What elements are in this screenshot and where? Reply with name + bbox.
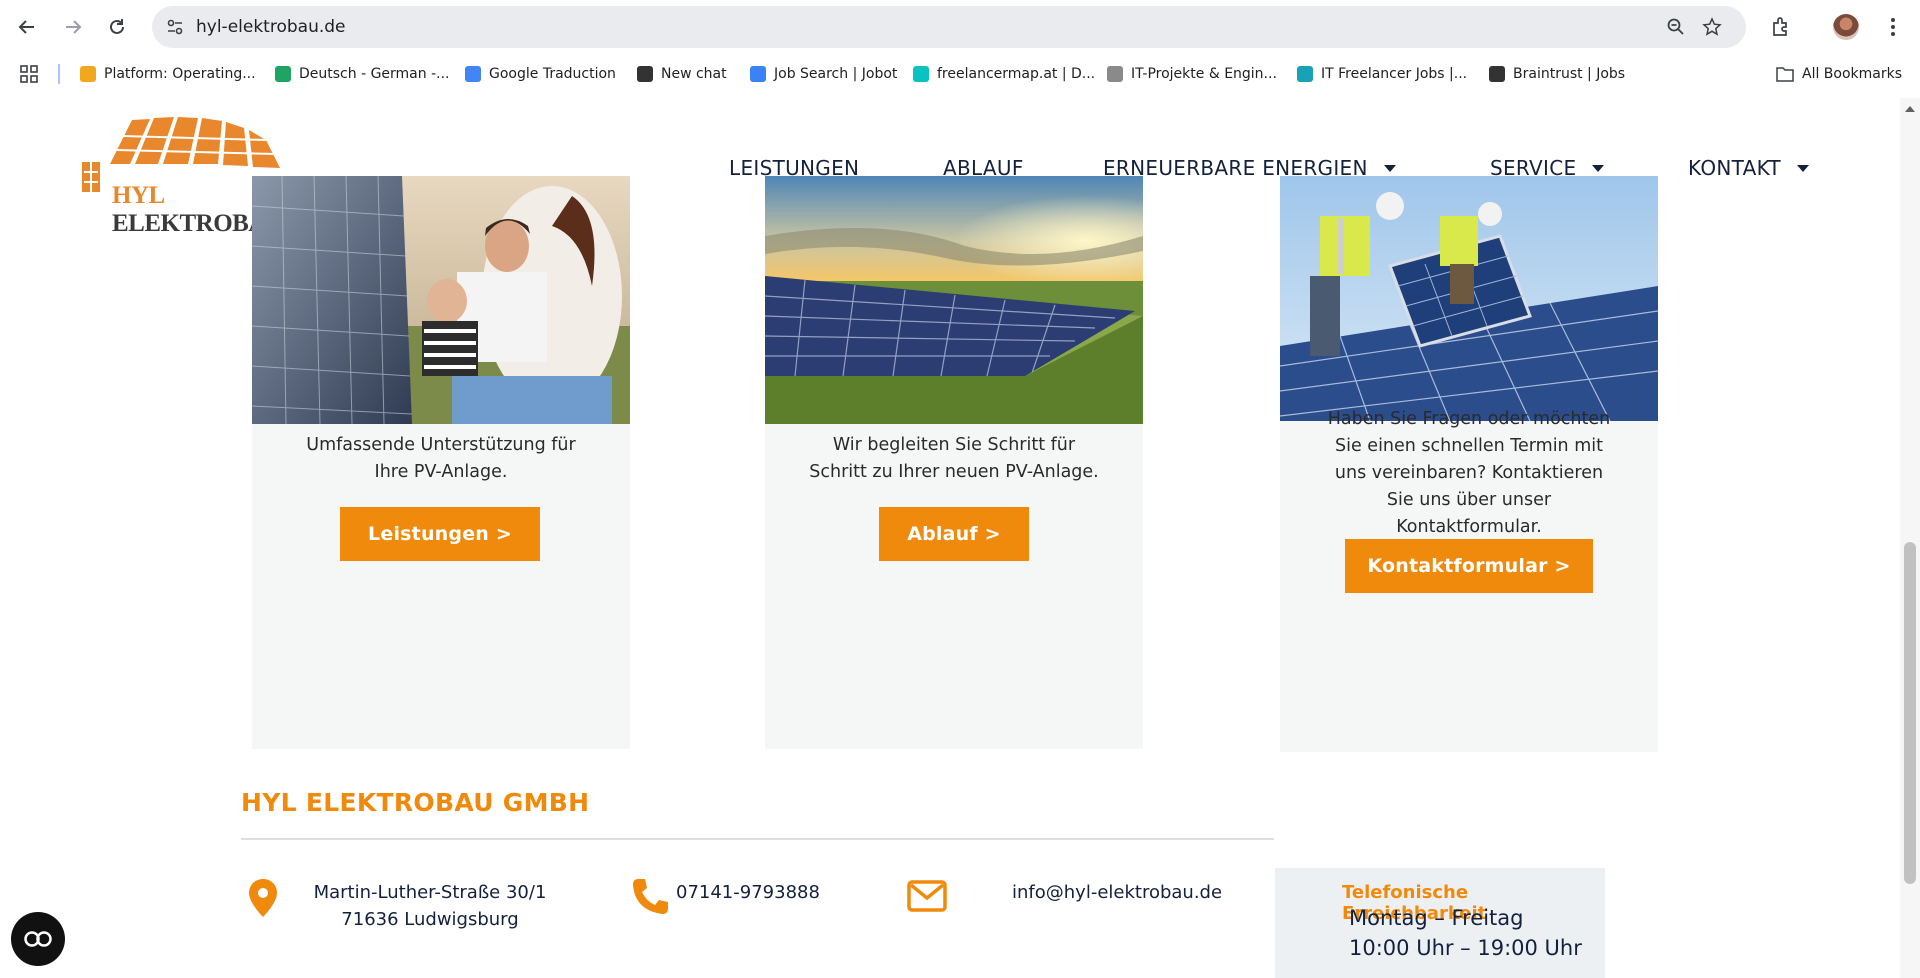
apps-grid-icon[interactable] <box>20 62 38 86</box>
cookie-consent-button[interactable] <box>11 912 65 966</box>
bookmark-separator <box>58 64 60 84</box>
phone-number[interactable]: 07141-9793888 <box>676 879 820 906</box>
zoom-icon[interactable] <box>1664 15 1688 39</box>
leistungen-button[interactable]: Leistungen > <box>340 507 540 561</box>
workers-installing-panels-image <box>1280 176 1658 421</box>
bookmark-label: IT Freelancer Jobs |... <box>1321 66 1468 82</box>
bookmark-item[interactable]: Job Search | Jobot <box>750 62 897 86</box>
site-settings-icon[interactable] <box>162 14 188 40</box>
ablauf-button[interactable]: Ablauf > <box>879 507 1029 561</box>
card-ablauf: Wir begleiten Sie Schritt für Schritt zu … <box>765 176 1143 749</box>
bookmark-item[interactable]: Google Traduction <box>465 62 616 86</box>
divider <box>241 838 1274 840</box>
star-icon[interactable] <box>1700 15 1724 39</box>
envelope-icon <box>907 880 947 917</box>
jobot-icon <box>750 66 766 82</box>
address: Martin-Luther-Straße 30/1 71636 Ludwigsbu… <box>313 882 547 930</box>
scroll-up-arrow-icon[interactable] <box>1905 106 1915 112</box>
card-description: Wir begleiten Sie Schritt für Schritt zu … <box>809 435 1099 482</box>
menu-kebab-icon[interactable] <box>1878 12 1908 42</box>
bookmark-label: Braintrust | Jobs <box>1513 66 1626 82</box>
extensions-icon[interactable] <box>1766 12 1796 42</box>
bookmark-label: Job Search | Jobot <box>774 66 898 82</box>
nav-kontakt[interactable]: KONTAKT <box>1688 148 1809 188</box>
web-page: HYL ELEKTROBAU ® LEISTUNGEN ABLAUF ERNEU… <box>0 98 1900 978</box>
kontaktformular-button[interactable]: Kontaktformular > <box>1345 539 1593 593</box>
bookmark-label: Deutsch - German -... <box>299 66 450 82</box>
page-scrollbar[interactable] <box>1900 98 1920 978</box>
bookmark-label: Platform: Operating... <box>104 66 256 82</box>
google-translate-icon <box>465 66 481 82</box>
company-name-heading: HYL ELEKTROBAU GMBH <box>241 788 590 817</box>
email-address[interactable]: info@hyl-elektrobau.de <box>1012 879 1222 906</box>
family-solar-image <box>252 176 630 424</box>
bookmark-item[interactable]: IT Freelancer Jobs |... <box>1297 62 1467 86</box>
braintrust-icon <box>1489 66 1505 82</box>
google-drive-icon <box>275 66 291 82</box>
bookmark-item[interactable]: New chat <box>637 62 727 86</box>
bookmarks-bar: Platform: Operating... Deutsch - German -… <box>0 58 1920 90</box>
hours-days: Montag – Freitag <box>1349 906 1524 930</box>
phone-icon <box>630 876 670 921</box>
solar-field-sunset-image <box>765 176 1143 424</box>
openai-icon <box>637 66 653 82</box>
card-leistungen: Umfassende Unterstützung für Ihre PV-Anla… <box>252 176 630 749</box>
all-bookmarks-label: All Bookmarks <box>1802 66 1903 82</box>
card-description: Haben Sie Fragen oder möchten Sie einen s… <box>1327 409 1611 537</box>
bookmark-item[interactable]: IT-Projekte & Engin... <box>1107 62 1277 86</box>
freelancermap-icon <box>913 66 929 82</box>
folder-icon <box>1776 67 1794 82</box>
forward-icon[interactable] <box>58 12 88 42</box>
browser-toolbar: hyl-elektrobau.de <box>0 0 1920 54</box>
url-text[interactable]: hyl-elektrobau.de <box>196 17 346 37</box>
card-kontakt: Haben Sie Fragen oder möchten Sie einen s… <box>1280 176 1658 752</box>
bookmark-label: Google Traduction <box>489 66 616 82</box>
bookmark-item[interactable]: Braintrust | Jobs <box>1489 62 1625 86</box>
hours-box: Telefonische Erreichbarkeit Montag – Fre… <box>1275 868 1605 978</box>
bookmark-label: New chat <box>661 66 727 82</box>
bookmark-label: freelancermap.at | D... <box>937 66 1096 82</box>
card-description: Umfassende Unterstützung für Ihre PV-Anla… <box>306 435 576 482</box>
hours-time: 10:00 Uhr – 19:00 Uhr <box>1349 936 1582 960</box>
all-bookmarks[interactable]: All Bookmarks <box>1776 62 1902 86</box>
bookmark-item[interactable]: freelancermap.at | D... <box>913 62 1095 86</box>
it-freelancer-icon <box>1297 66 1313 82</box>
reload-icon[interactable] <box>102 12 132 42</box>
location-pin-icon <box>248 878 278 923</box>
address-bar[interactable]: hyl-elektrobau.de <box>152 6 1746 48</box>
bookmark-item[interactable]: Deutsch - German -... <box>275 62 450 86</box>
dropdown-caret-icon <box>1592 164 1605 172</box>
bookmark-label: IT-Projekte & Engin... <box>1131 66 1277 82</box>
package-icon <box>80 66 96 82</box>
profile-avatar[interactable] <box>1833 14 1859 40</box>
dropdown-caret-icon <box>1796 164 1809 172</box>
cookie-settings-icon <box>24 931 52 947</box>
back-icon[interactable] <box>12 12 42 42</box>
bookmark-item[interactable]: Platform: Operating... <box>80 62 256 86</box>
browser-chrome: hyl-elektrobau.de Platform: Operating...… <box>0 0 1920 98</box>
dropdown-caret-icon <box>1383 164 1396 172</box>
it-projects-icon <box>1107 66 1123 82</box>
scroll-thumb[interactable] <box>1904 542 1916 884</box>
